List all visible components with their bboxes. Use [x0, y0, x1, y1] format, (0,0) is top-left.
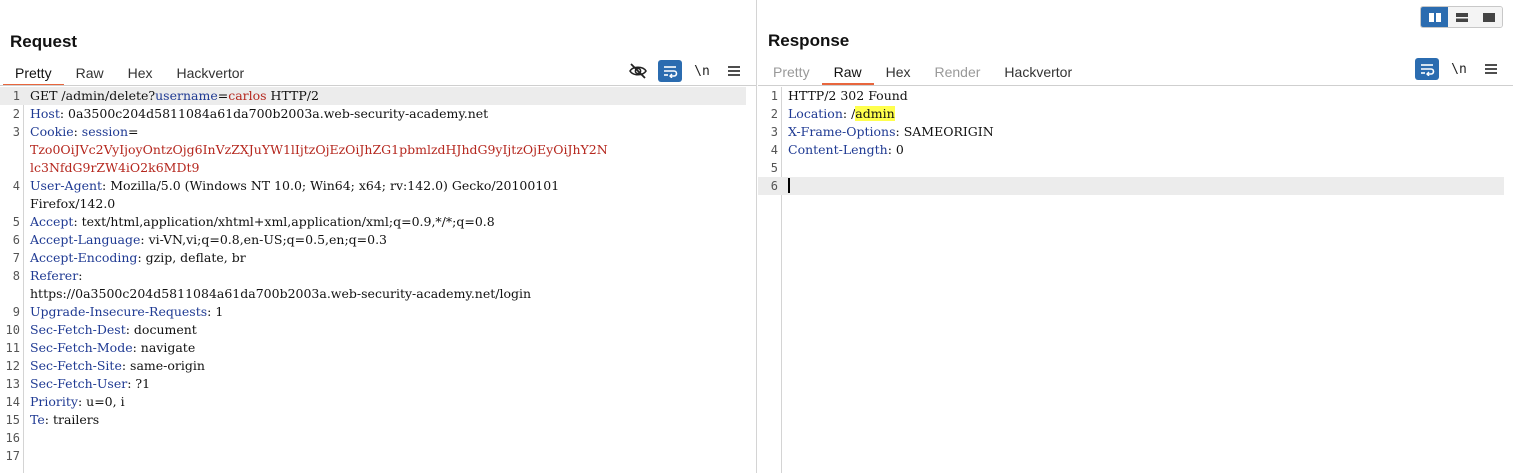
request-line: 8 Referer: — [12, 268, 83, 283]
search-highlight: admin — [855, 106, 895, 121]
request-line: 6 Accept-Language: vi-VN,vi;q=0.8,en-US;… — [12, 232, 388, 247]
request-line: 7 Accept-Encoding: gzip, deflate, br — [12, 250, 246, 265]
response-title: Response — [768, 31, 850, 50]
request-pane: Request Pretty Raw Hex Hackvertor \n 1 G… — [0, 0, 757, 473]
response-line: 3 X-Frame-Options: SAMEORIGIN — [770, 124, 994, 139]
request-line: Firefox/142.0 — [30, 196, 116, 211]
response-toolbar: \n — [1407, 58, 1503, 80]
tab-request-hackvertor[interactable]: Hackvertor — [165, 60, 257, 86]
request-line: 14 Priority: u=0, i — [5, 394, 125, 409]
session-cookie-value: Tzo0OiJVc2VyIjoyOntzOjg6InVzZXJuYW1lIjtz… — [30, 142, 608, 157]
tab-response-raw[interactable]: Raw — [821, 59, 874, 85]
layout-single-icon[interactable] — [1475, 7, 1502, 27]
tab-response-hex[interactable]: Hex — [874, 59, 923, 85]
tab-response-render[interactable]: Render — [923, 59, 993, 85]
request-line: https://0a3500c204d5811084a61da700b2003a… — [30, 286, 532, 301]
tab-request-raw[interactable]: Raw — [64, 60, 116, 86]
newline-toggle[interactable]: \n — [690, 60, 714, 82]
word-wrap-icon[interactable] — [658, 60, 682, 82]
request-line: 17 — [5, 449, 20, 463]
hamburger-menu-icon[interactable] — [1479, 58, 1503, 80]
request-lines: 1 GET /admin/delete?username=carlos HTTP… — [0, 87, 746, 465]
layout-switch — [1420, 6, 1503, 28]
request-line: 13 Sec-Fetch-User: ?1 — [5, 376, 151, 391]
text-caret — [788, 178, 790, 193]
request-toolbar: \n — [618, 60, 746, 82]
request-line: 5 Accept: text/html,application/xhtml+xm… — [12, 214, 495, 229]
request-tabs-divider — [0, 85, 756, 86]
response-line: 1 HTTP/2 302 Found — [770, 88, 908, 103]
response-tabs-divider — [758, 85, 1513, 86]
response-line: 5 — [770, 161, 778, 175]
tab-request-pretty[interactable]: Pretty — [3, 60, 64, 86]
response-tabs: Pretty Raw Hex Render Hackvertor — [761, 59, 1084, 85]
request-line: 15 Te: trailers — [5, 412, 100, 427]
request-line: 11 Sec-Fetch-Mode: navigate — [5, 340, 196, 355]
request-title: Request — [10, 32, 78, 51]
request-line: 2 Host: 0a3500c204d5811084a61da700b2003a… — [12, 106, 489, 121]
request-line: 16 — [5, 431, 20, 445]
tab-response-hackvertor[interactable]: Hackvertor — [992, 59, 1084, 85]
request-line: lc3NfdG9rZW4iO2k6MDt9 — [0, 159, 746, 177]
word-wrap-icon[interactable] — [1415, 58, 1439, 80]
request-line: 10 Sec-Fetch-Dest: document — [5, 322, 197, 337]
layout-stacked-icon[interactable] — [1448, 7, 1475, 27]
request-line: 9 Upgrade-Insecure-Requests: 1 — [12, 304, 224, 319]
response-line: 2 Location: /admin — [770, 106, 895, 121]
request-editor[interactable]: 1 GET /admin/delete?username=carlos HTTP… — [0, 87, 756, 473]
request-line: 12 Sec-Fetch-Site: same-origin — [5, 358, 205, 373]
response-pane: Response Pretty Raw Hex Render Hackverto… — [758, 0, 1513, 473]
response-lines: 1 HTTP/2 302 Found 2 Location: /admin 3 … — [758, 87, 1504, 195]
response-line: 4 Content-Length: 0 — [770, 142, 904, 157]
tab-response-pretty[interactable]: Pretty — [761, 59, 822, 85]
newline-toggle[interactable]: \n — [1447, 58, 1471, 80]
hamburger-menu-icon[interactable] — [722, 60, 746, 82]
response-line: 6 — [758, 177, 1504, 195]
request-line: Tzo0OiJVc2VyIjoyOntzOjg6InVzZXJuYW1lIjtz… — [0, 141, 746, 159]
response-editor[interactable]: 1 HTTP/2 302 Found 2 Location: /admin 3 … — [758, 87, 1513, 473]
request-line: 4 User-Agent: Mozilla/5.0 (Windows NT 10… — [12, 178, 560, 193]
request-line: 1 GET /admin/delete?username=carlos HTTP… — [0, 87, 746, 105]
request-tabs: Pretty Raw Hex Hackvertor — [3, 60, 256, 86]
session-cookie-value-cont: lc3NfdG9rZW4iO2k6MDt9 — [30, 160, 200, 175]
request-line: 3 Cookie: session= — [12, 124, 139, 139]
tab-request-hex[interactable]: Hex — [116, 60, 165, 86]
eye-slash-icon[interactable] — [626, 60, 650, 82]
layout-side-by-side-icon[interactable] — [1421, 7, 1448, 27]
